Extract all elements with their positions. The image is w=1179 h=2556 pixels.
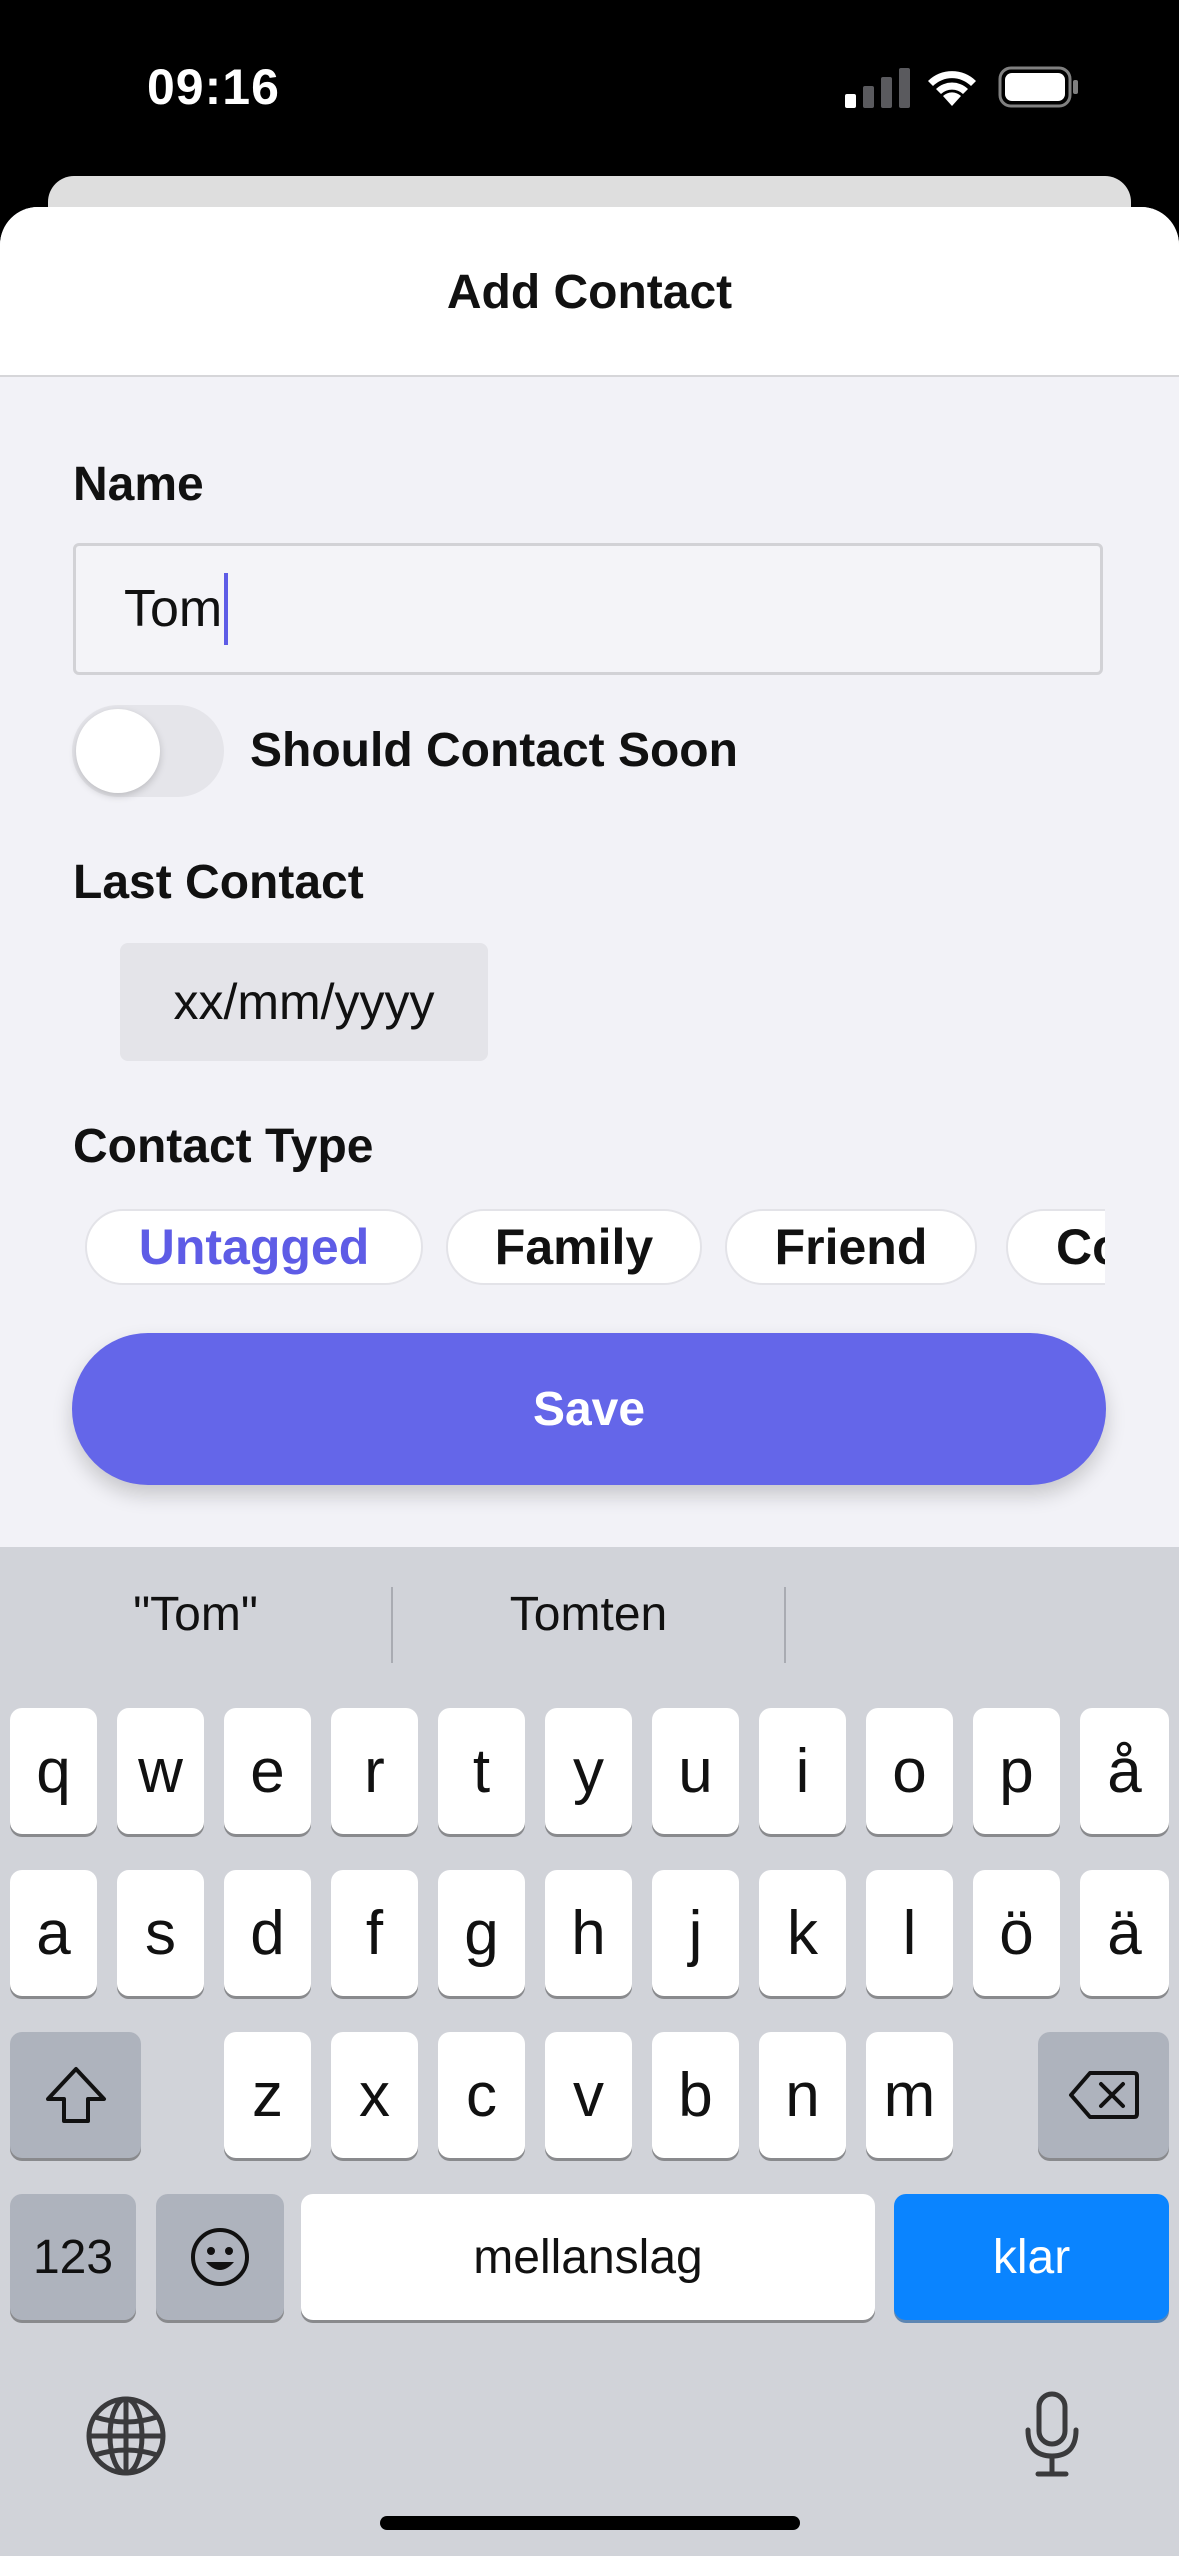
chip-family[interactable]: Family [446, 1209, 702, 1285]
shift-key[interactable] [10, 2032, 141, 2158]
key-c[interactable]: c [438, 2032, 525, 2158]
last-contact-date-field[interactable]: xx/mm/yyyy [120, 943, 488, 1061]
key-p[interactable]: p [973, 1708, 1060, 1834]
space-key[interactable]: mellanslag [301, 2194, 875, 2320]
key-a-ring[interactable]: å [1080, 1708, 1169, 1834]
name-label: Name [73, 458, 204, 511]
should-contact-soon-toggle[interactable] [72, 705, 224, 797]
globe-icon[interactable] [85, 2395, 167, 2477]
key-m[interactable]: m [866, 2032, 953, 2158]
chip-untagged[interactable]: Untagged [85, 1209, 423, 1285]
key-h[interactable]: h [545, 1870, 632, 1996]
suggestion-1[interactable]: "Tom" [0, 1587, 391, 1642]
key-a[interactable]: a [10, 1870, 97, 1996]
return-key[interactable]: klar [894, 2194, 1169, 2320]
contact-type-label: Contact Type [73, 1120, 374, 1173]
key-i[interactable]: i [759, 1708, 846, 1834]
numbers-key[interactable]: 123 [10, 2194, 136, 2320]
contact-type-chips: Untagged Family Friend Co [73, 1205, 1105, 1295]
cellular-signal-icon [845, 68, 910, 108]
key-j[interactable]: j [652, 1870, 739, 1996]
name-input-value: Tom [124, 580, 223, 638]
sheet-header: Add Contact [0, 207, 1179, 377]
key-l[interactable]: l [866, 1870, 953, 1996]
key-y[interactable]: y [545, 1708, 632, 1834]
save-button[interactable]: Save [72, 1333, 1106, 1485]
wifi-icon [928, 71, 976, 106]
suggestion-2[interactable]: Tomten [393, 1587, 784, 1642]
key-o[interactable]: o [866, 1708, 953, 1834]
key-r[interactable]: r [331, 1708, 418, 1834]
home-indicator [380, 2516, 800, 2530]
key-v[interactable]: v [545, 2032, 632, 2158]
microphone-icon[interactable] [1022, 2390, 1082, 2478]
chip-partial[interactable]: Co [1006, 1209, 1105, 1285]
shift-icon [45, 2067, 106, 2123]
text-caret [224, 573, 229, 645]
key-n[interactable]: n [759, 2032, 846, 2158]
toggle-label: Should Contact Soon [250, 724, 738, 777]
battery-icon [998, 66, 1078, 108]
add-contact-sheet: Add Contact Name Tom Should Contact Soon… [0, 207, 1179, 1547]
toggle-knob [76, 709, 160, 793]
status-time: 09:16 [147, 59, 280, 115]
delete-backspace-icon [1068, 2071, 1139, 2119]
chip-friend[interactable]: Friend [725, 1209, 977, 1285]
name-input[interactable]: Tom [73, 543, 1103, 675]
key-s[interactable]: s [117, 1870, 204, 1996]
key-f[interactable]: f [331, 1870, 418, 1996]
key-b[interactable]: b [652, 2032, 739, 2158]
key-x[interactable]: x [331, 2032, 418, 2158]
key-d[interactable]: d [224, 1870, 311, 1996]
sheet-title: Add Contact [446, 266, 733, 319]
key-z[interactable]: z [224, 2032, 311, 2158]
emoji-icon [191, 2228, 249, 2286]
suggestion-divider [784, 1587, 786, 1663]
key-e[interactable]: e [224, 1708, 311, 1834]
emoji-key[interactable] [156, 2194, 284, 2320]
last-contact-label: Last Contact [73, 856, 364, 909]
key-t[interactable]: t [438, 1708, 525, 1834]
key-w[interactable]: w [117, 1708, 204, 1834]
key-u[interactable]: u [652, 1708, 739, 1834]
suggestion-bar: "Tom" Tomten [0, 1547, 1179, 1695]
key-a-umlaut[interactable]: ä [1080, 1870, 1169, 1996]
key-o-umlaut[interactable]: ö [973, 1870, 1060, 1996]
key-q[interactable]: q [10, 1708, 97, 1834]
delete-key[interactable] [1038, 2032, 1169, 2158]
key-g[interactable]: g [438, 1870, 525, 1996]
status-bar: 09:16 [0, 0, 1179, 175]
key-k[interactable]: k [759, 1870, 846, 1996]
